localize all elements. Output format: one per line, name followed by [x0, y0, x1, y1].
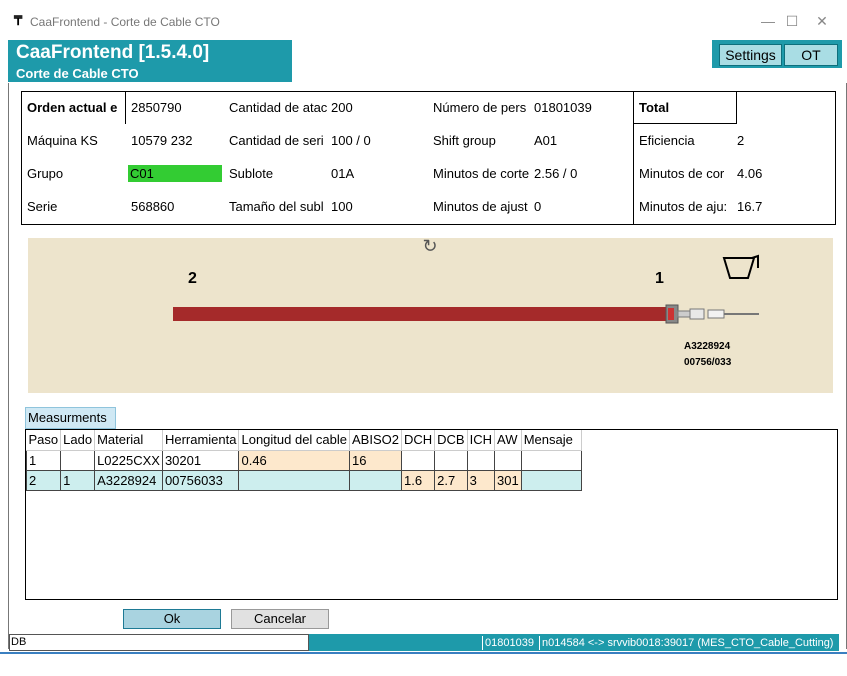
- status-db-field: DB: [9, 634, 309, 651]
- cell-abiso2[interactable]: [349, 469, 402, 491]
- table-row[interactable]: 2 1 A3228924 00756033 1.6 2.7 3 301: [25, 469, 582, 491]
- cell-dch[interactable]: 1.6: [400, 469, 436, 491]
- cell-herramienta[interactable]: 30201: [161, 449, 240, 471]
- close-button[interactable]: ✕: [802, 8, 842, 34]
- cell-herramienta[interactable]: 00756033: [161, 469, 240, 491]
- cell-abiso2[interactable]: 16: [349, 449, 402, 471]
- terminal-neck: [677, 310, 691, 318]
- minutos-corte-label: Minutos de corte: [433, 166, 530, 181]
- col-header-abiso2[interactable]: ABISO2: [349, 430, 402, 451]
- sublote-value: 01A: [331, 166, 355, 181]
- grupo-value: C01: [128, 165, 222, 182]
- col-header-mensaje[interactable]: Mensaje: [521, 430, 582, 451]
- grupo-label: Grupo: [27, 166, 64, 181]
- cell-paso[interactable]: 1: [25, 449, 62, 471]
- cell-paso[interactable]: 2: [25, 469, 62, 491]
- maquina-label: Máquina KS: [27, 133, 98, 148]
- eficiencia-label: Eficiencia: [639, 133, 695, 148]
- numero-persona-label: Número de pers: [433, 100, 527, 115]
- eficiencia-value: 2: [737, 133, 745, 148]
- maquina-value: 10579 232: [131, 133, 193, 148]
- cantidad-serie-label: Cantidad de seri: [229, 133, 324, 148]
- col-header-ich[interactable]: ICH: [467, 430, 496, 451]
- tab-measurements[interactable]: Measurments: [25, 407, 116, 429]
- serie-value: 568860: [131, 199, 175, 214]
- page-subtitle: Corte de Cable CTO: [16, 66, 139, 81]
- tool-number-label: 00756/033: [684, 357, 732, 368]
- orden-label: Orden actual e: [27, 100, 118, 115]
- terminal-body: [689, 308, 705, 320]
- cell-material[interactable]: A3228924: [94, 469, 163, 491]
- cable-end-cap: [668, 308, 674, 320]
- seal-icon: [722, 257, 756, 279]
- tamano-sublote-value: 100: [331, 199, 353, 214]
- shift-group-label: Shift group: [433, 133, 496, 148]
- status-connection: n014584 <-> srvvib0018:39017 (MES_CTO_Ca…: [539, 636, 833, 650]
- cancel-button[interactable]: Cancelar: [231, 609, 329, 629]
- cell-longitud[interactable]: 0.46: [238, 449, 351, 471]
- numero-persona-value: 01801039: [534, 100, 592, 115]
- ot-button[interactable]: OT: [784, 44, 838, 66]
- col-header-dch[interactable]: DCH: [401, 430, 436, 451]
- col-header-herramienta[interactable]: Herramienta: [162, 430, 240, 451]
- total-minutos-corte-value: 4.06: [737, 166, 763, 181]
- cantidad-atac-value: 200: [331, 100, 353, 115]
- minutos-corte-value: 2.56 / 0: [534, 166, 578, 181]
- col-header-paso[interactable]: Paso: [26, 430, 62, 451]
- shift-group-value: A01: [534, 133, 558, 148]
- cantidad-serie-value: 100 / 0: [331, 133, 371, 148]
- minutos-ajuste-label: Minutos de ajust: [433, 199, 528, 214]
- total-label: Total: [639, 100, 670, 115]
- part-number-label: A3228924: [684, 341, 731, 352]
- cable-body: [173, 307, 668, 321]
- cell-dcb[interactable]: 2.7: [434, 469, 468, 491]
- cell-lado[interactable]: 1: [60, 469, 96, 491]
- cell-mensaje[interactable]: [520, 469, 582, 491]
- terminal-crimp: [707, 309, 725, 319]
- col-header-longitud[interactable]: Longitud del cable: [238, 430, 351, 451]
- orden-value: 2850790: [131, 100, 182, 115]
- col-header-material[interactable]: Material: [94, 430, 163, 451]
- cell-dch[interactable]: [400, 449, 436, 471]
- cell-ich[interactable]: [466, 449, 496, 471]
- minutos-ajuste-value: 0: [534, 199, 542, 214]
- window-title: CaaFrontend - Corte de Cable CTO: [30, 15, 220, 29]
- cell-ich[interactable]: 3: [466, 469, 496, 491]
- cell-material[interactable]: L0225CXX: [94, 449, 163, 471]
- app-icon: ₸: [14, 13, 23, 28]
- measurements-grid: Paso Lado Material Herramienta Longitud …: [25, 429, 838, 600]
- cell-lado[interactable]: [60, 449, 96, 471]
- total-minutos-ajuste-value: 16.7: [737, 199, 763, 214]
- table-row[interactable]: 1 L0225CXX 30201 0.46 16: [25, 449, 582, 471]
- sublote-label: Sublote: [229, 166, 274, 181]
- total-minutos-corte-label: Minutos de cor: [639, 166, 725, 181]
- settings-button[interactable]: Settings: [719, 44, 782, 66]
- cell-mensaje[interactable]: [520, 449, 582, 471]
- cell-dcb[interactable]: [434, 449, 468, 471]
- window-bottom-border: [0, 652, 847, 654]
- cell-aw[interactable]: 301: [494, 469, 522, 491]
- col-header-aw[interactable]: AW: [494, 430, 522, 451]
- cantidad-atac-label: Cantidad de atac: [229, 100, 328, 115]
- tamano-sublote-label: Tamaño del subl: [229, 199, 324, 214]
- left-end-label: 2: [188, 270, 197, 287]
- cable-diagram: [173, 254, 759, 324]
- serie-label: Serie: [27, 199, 58, 214]
- col-header-lado[interactable]: Lado: [60, 430, 96, 451]
- cell-aw[interactable]: [494, 449, 522, 471]
- title-bar: ₸ CaaFrontend - Corte de Cable CTO — ☐ ✕: [0, 0, 847, 40]
- total-minutos-ajuste-label: Minutos de aju:: [639, 199, 728, 214]
- ok-button[interactable]: Ok: [123, 609, 221, 629]
- right-end-label: 1: [655, 270, 664, 287]
- cell-longitud[interactable]: [238, 469, 351, 491]
- cable-drawing: [28, 238, 833, 393]
- status-user: 01801039: [482, 636, 534, 650]
- col-header-dcb[interactable]: DCB: [434, 430, 468, 451]
- app-name: CaaFrontend [1.5.4.0]: [16, 42, 210, 63]
- refresh-icon[interactable]: ↻: [420, 236, 440, 256]
